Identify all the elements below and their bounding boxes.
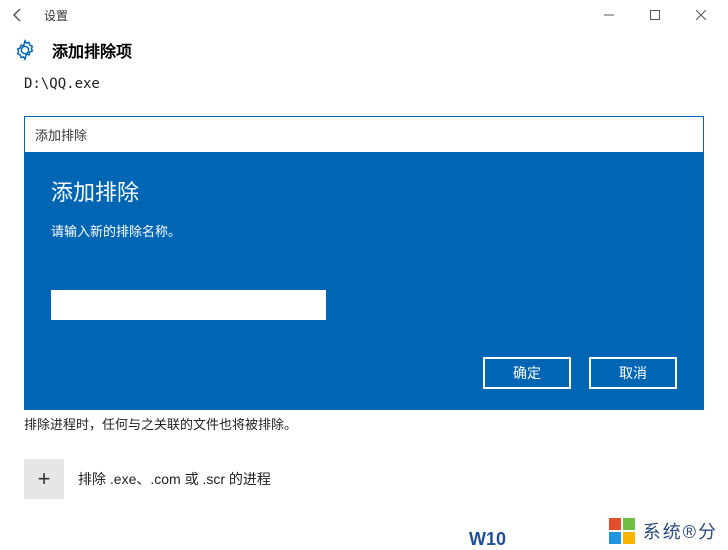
back-arrow-icon [10,7,26,23]
dialog-body: 添加排除 请输入新的排除名称。 确定 取消 [25,153,703,409]
maximize-icon [650,10,660,20]
exclusion-info-text: 排除进程时，任何与之关联的文件也将被排除。 [0,410,728,437]
add-process-row: + 排除 .exe、.com 或 .scr 的进程 [0,437,728,499]
logo-squares-icon [609,518,635,544]
minimize-button[interactable] [586,0,632,30]
back-button[interactable] [4,1,32,29]
close-icon [696,10,706,20]
window-title: 设置 [44,7,68,24]
page-header: 添加排除项 [0,30,728,76]
add-process-label: 排除 .exe、.com 或 .scr 的进程 [78,469,271,489]
minimize-icon [604,10,614,20]
page-title: 添加排除项 [52,38,132,62]
gear-icon [14,39,36,61]
maximize-button[interactable] [632,0,678,30]
ok-button[interactable]: 确定 [483,357,571,389]
titlebar: 设置 [0,0,728,30]
cancel-button[interactable]: 取消 [589,357,677,389]
dialog-button-row: 确定 取消 [483,357,677,389]
watermark: 系统®分 [609,518,718,544]
plus-icon: + [38,466,51,492]
existing-path-text: D:\QQ.exe [0,76,728,98]
dialog-heading: 添加排除 [51,175,677,207]
dialog-title-field[interactable]: 添加排除 [25,117,703,153]
corner-watermark: W10 [469,529,506,550]
add-process-button[interactable]: + [24,459,64,499]
dialog-description: 请输入新的排除名称。 [51,221,677,240]
add-exclusion-dialog: 添加排除 添加排除 请输入新的排除名称。 确定 取消 [24,116,704,410]
window-controls [586,0,724,30]
exclusion-name-input[interactable] [51,290,326,320]
close-button[interactable] [678,0,724,30]
watermark-text: 系统®分 [643,518,718,544]
